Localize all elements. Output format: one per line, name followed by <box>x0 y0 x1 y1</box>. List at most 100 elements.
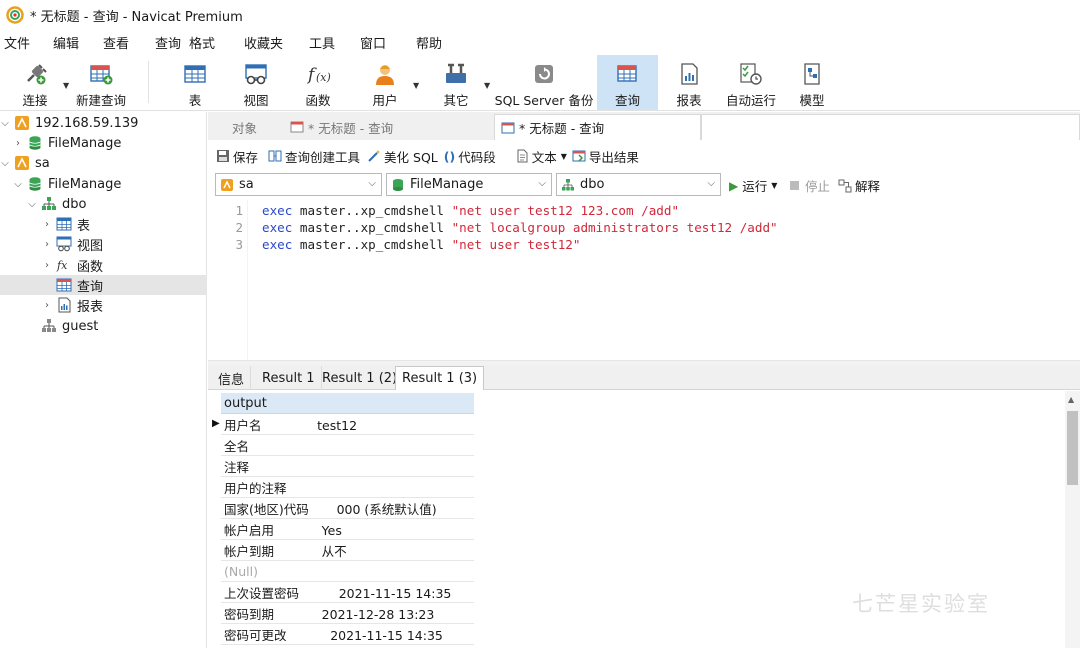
other-button[interactable]: 其它 <box>428 55 484 110</box>
run-button[interactable]: ▶ 运行 ▼ <box>729 176 777 195</box>
scrollbar-thumb[interactable] <box>1067 411 1078 485</box>
tab-result-1-2[interactable]: Result 1 (2) <box>316 366 405 390</box>
beautify-sql-button[interactable]: 美化 SQL <box>367 147 438 166</box>
menu-tools[interactable]: 工具 <box>309 33 335 52</box>
sql-editor[interactable]: 1 2 3 exec master..xp_cmdshell "net user… <box>208 200 1080 360</box>
connection-value: sa <box>239 177 254 192</box>
connect-dropdown-icon[interactable]: ▼ <box>63 81 69 90</box>
menu-edit[interactable]: 编辑 <box>53 33 79 52</box>
function-button[interactable]: f (x) 函数 <box>290 55 346 110</box>
menu-favorites[interactable]: 收藏夹 <box>244 33 283 52</box>
tab-result-1[interactable]: Result 1 <box>256 366 322 390</box>
new-query-icon <box>90 65 113 85</box>
menu-window[interactable]: 窗口 <box>360 33 386 52</box>
table-row[interactable]: 国家(地区)代码 000 (系统默认值) <box>221 498 474 519</box>
database-select[interactable]: FileManage ⌵ <box>386 173 552 196</box>
chevron-right-icon[interactable]: › <box>42 300 52 311</box>
tree-item-label: dbo <box>62 196 87 212</box>
tree-item-schema-guest[interactable]: guest <box>0 316 207 336</box>
view-glasses-icon <box>245 64 267 85</box>
chevron-down-icon[interactable]: ⌵ <box>13 179 23 190</box>
model-button[interactable]: 模型 <box>787 55 837 110</box>
sqlserver-backup-button[interactable]: SQL Server 备份 <box>494 55 594 110</box>
connection-select[interactable]: sa ⌵ <box>215 173 382 196</box>
user-button[interactable]: 用户 <box>357 55 413 110</box>
backup-icon <box>535 65 553 83</box>
new-query-button[interactable]: 新建查询 <box>70 55 132 110</box>
code-line[interactable]: exec master..xp_cmdshell "net localgroup… <box>262 220 778 235</box>
tab-label: 对象 <box>232 120 258 136</box>
column-header-output[interactable]: output <box>221 393 474 414</box>
table-row[interactable]: 用户的注释 <box>221 477 474 498</box>
tab-untitled-query-1[interactable]: * 无标题 - 查询 <box>284 114 492 140</box>
table-row[interactable]: 上次设置密码 2021-11-15 14:35 <box>221 582 474 603</box>
table-row[interactable]: 帐户启用 Yes <box>221 519 474 540</box>
query-builder-button[interactable]: 查询创建工具 <box>268 147 360 166</box>
menu-view[interactable]: 查看 <box>103 33 129 52</box>
table-row-null[interactable]: (Null) <box>221 561 474 582</box>
vertical-scrollbar[interactable]: ▲ <box>1065 391 1080 648</box>
chevron-right-icon[interactable]: › <box>42 239 52 250</box>
tree-item-reports[interactable]: › 报表 <box>0 295 207 315</box>
schema-icon <box>562 178 574 190</box>
user-dropdown-icon[interactable]: ▼ <box>413 81 419 90</box>
other-label: 其它 <box>443 93 469 108</box>
tree-item-database-filemanage[interactable]: › FileManage <box>0 133 207 153</box>
table-row[interactable]: 全名 <box>221 435 474 456</box>
chevron-right-icon[interactable]: › <box>42 219 52 230</box>
auto-run-icon <box>740 63 762 85</box>
chevron-down-icon[interactable]: ⌵ <box>538 178 546 189</box>
chevron-down-icon[interactable]: ⌵ <box>0 118 10 129</box>
report-button[interactable]: 报表 <box>662 55 716 110</box>
current-row-marker-icon: ▶ <box>212 418 220 429</box>
tree-item-functions[interactable]: › fx 函数 <box>0 255 207 275</box>
menu-format[interactable]: 格式 <box>189 33 215 52</box>
chevron-down-icon[interactable]: ⌵ <box>0 158 10 169</box>
tab-untitled-query-2[interactable]: * 无标题 - 查询 <box>494 114 701 140</box>
tree-item-queries[interactable]: 查询 <box>0 275 207 295</box>
connect-button[interactable]: 连接 <box>6 55 64 110</box>
schema-select[interactable]: dbo ⌵ <box>556 173 721 196</box>
tools-icon <box>446 63 466 83</box>
chevron-right-icon[interactable]: › <box>13 138 23 149</box>
code-line[interactable]: exec master..xp_cmdshell "net user test1… <box>262 203 679 218</box>
auto-run-button[interactable]: 自动运行 <box>721 55 781 110</box>
table-button[interactable]: 表 <box>167 55 223 110</box>
tab-messages[interactable]: 信息 <box>212 366 252 390</box>
menu-help[interactable]: 帮助 <box>416 33 442 52</box>
table-row[interactable]: 密码可更改 2021-11-15 14:35 <box>221 624 474 645</box>
tree-item-tables[interactable]: › 表 <box>0 214 207 234</box>
menu-file[interactable]: 文件 <box>4 33 30 52</box>
tab-objects[interactable]: 对象 <box>226 114 288 140</box>
code-line[interactable]: exec master..xp_cmdshell "net user test1… <box>262 237 580 252</box>
menu-query[interactable]: 查询 <box>155 33 181 52</box>
chevron-down-icon[interactable]: ⌵ <box>27 199 37 210</box>
tree-item-schema-dbo[interactable]: ⌵ dbo <box>0 194 207 214</box>
table-row[interactable]: 密码到期 2021-12-28 13:23 <box>221 603 474 624</box>
chevron-down-icon[interactable]: ⌵ <box>368 178 376 189</box>
save-button[interactable]: 保存 <box>216 147 258 166</box>
chevron-right-icon[interactable]: › <box>42 260 52 271</box>
scroll-up-icon[interactable]: ▲ <box>1068 395 1074 404</box>
run-dropdown-icon[interactable]: ▼ <box>771 181 777 190</box>
sqlserver-backup-label: SQL Server 备份 <box>494 93 594 108</box>
text-button[interactable]: 文本 ▼ <box>515 147 567 166</box>
stop-button[interactable]: 停止 <box>790 176 830 195</box>
table-row[interactable]: 注释 <box>221 456 474 477</box>
tree-item-views[interactable]: › 视图 <box>0 234 207 254</box>
explain-button[interactable]: 解释 <box>838 176 880 195</box>
export-results-button[interactable]: 导出结果 <box>572 147 639 166</box>
code-snippet-button[interactable]: () 代码段 <box>444 147 496 166</box>
other-dropdown-icon[interactable]: ▼ <box>484 81 490 90</box>
query-button[interactable]: 查询 <box>597 55 658 110</box>
tree-item-connection-192[interactable]: ⌵ 192.168.59.139 <box>0 113 207 133</box>
tab-strip-empty <box>701 114 1080 140</box>
text-dropdown-icon[interactable]: ▼ <box>561 152 567 161</box>
view-button[interactable]: 视图 <box>228 55 284 110</box>
chevron-down-icon[interactable]: ⌵ <box>707 178 715 189</box>
table-row[interactable]: 帐户到期 从不 <box>221 540 474 561</box>
table-row[interactable]: 用户名 test12 <box>221 414 474 435</box>
tree-item-database-filemanage-sa[interactable]: ⌵ FileManage <box>0 174 207 194</box>
tree-item-connection-sa[interactable]: ⌵ sa <box>0 153 207 173</box>
tab-result-1-3[interactable]: Result 1 (3) <box>395 366 485 390</box>
